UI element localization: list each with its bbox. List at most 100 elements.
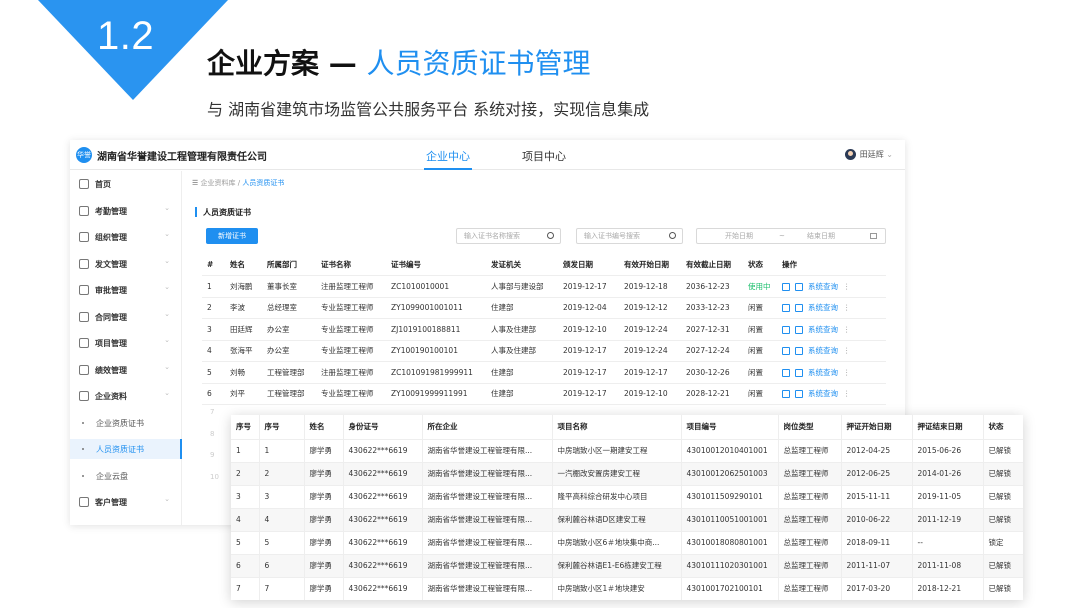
sidebar-item[interactable]: 绩效管理 ⌄ xyxy=(70,360,182,380)
menu-icon[interactable]: ☰ xyxy=(192,179,198,187)
table-cell: 已解锁 xyxy=(983,508,1023,532)
table-cell: 43010018080801001 xyxy=(681,531,779,555)
search-icon[interactable] xyxy=(669,232,676,239)
table-cell: 中房瑞致小区1＃地块建安 xyxy=(552,577,682,600)
table-cell: 湖南省华誉建设工程管理有限... xyxy=(422,462,553,486)
system-query-link[interactable]: 系统查询 xyxy=(808,368,838,377)
more-icon[interactable]: ⋮ xyxy=(843,346,851,355)
sidebar-item[interactable]: 客户管理 ⌄ xyxy=(70,492,182,512)
nav-project-center[interactable]: 项目中心 xyxy=(522,148,566,164)
table-cell: 工程管理部 xyxy=(262,361,316,384)
table-cell: 430622***6619 xyxy=(343,508,423,532)
edit-icon[interactable] xyxy=(795,368,803,377)
chevron-icon: ⌄ xyxy=(164,336,170,344)
table-cell: 2011-11-07 xyxy=(841,554,913,578)
sidebar-item-label: 组织管理 xyxy=(95,233,127,242)
search-placeholder: 输入证书名称搜索 xyxy=(464,232,520,240)
table-cell: 1 xyxy=(202,275,225,298)
table-cell: 中房瑞致小区6＃地块集中商... xyxy=(552,531,682,555)
date-start: 开始日期 xyxy=(725,232,753,240)
sidebar-item[interactable]: 审批管理 ⌄ xyxy=(70,280,182,300)
table-cell: ZY10091999911991 xyxy=(386,383,486,405)
table-row: 6 刘平 工程管理部 专业监理工程师 ZY10091999911991 住建部 2019-1… xyxy=(202,383,886,405)
table-cell: 430622***6619 xyxy=(343,531,423,555)
sidebar-item[interactable]: 项目管理 ⌄ xyxy=(70,333,182,353)
column-header: 押证结束日期 xyxy=(912,415,984,440)
cert-number-search-input[interactable]: 输入证书编号搜索 xyxy=(576,228,683,244)
breadcrumb-root[interactable]: 企业资料库 xyxy=(201,179,236,187)
table-cell: 人事部与建设部 xyxy=(486,275,558,298)
row-actions: 系统查询 ⋮ xyxy=(777,383,886,405)
table-cell: 专业监理工程师 xyxy=(316,297,386,319)
search-placeholder: 输入证书编号搜索 xyxy=(584,232,640,240)
table-cell: 2019-12-18 xyxy=(619,275,681,298)
table-cell: 湖南省华誉建设工程管理有限... xyxy=(422,508,553,532)
edit-icon[interactable] xyxy=(795,325,803,334)
table-cell: 专业监理工程师 xyxy=(316,383,386,405)
edit-icon[interactable] xyxy=(795,347,803,356)
view-icon[interactable] xyxy=(782,368,790,377)
sidebar-item[interactable]: 企业资料 ⌄ xyxy=(70,386,182,406)
table-cell: 闲置 xyxy=(743,361,777,384)
column-header: 岗位类型 xyxy=(778,415,842,440)
edit-icon[interactable] xyxy=(795,282,803,291)
sidebar-item[interactable]: 考勤管理 ⌄ xyxy=(70,201,182,221)
table-cell: 3 xyxy=(202,318,225,341)
system-query-link[interactable]: 系统查询 xyxy=(808,303,838,312)
view-icon[interactable] xyxy=(782,304,790,313)
sidebar-item-label: 发文管理 xyxy=(95,259,127,269)
sidebar-item-label: 考勤管理 xyxy=(95,206,127,216)
more-icon[interactable]: ⋮ xyxy=(843,325,851,334)
system-query-link[interactable]: 系统查询 xyxy=(808,389,838,398)
more-icon[interactable]: ⋮ xyxy=(843,303,851,312)
view-icon[interactable] xyxy=(782,282,790,291)
row-actions: 系统查询 ⋮ xyxy=(777,275,886,298)
add-certificate-button[interactable]: 新增证书 xyxy=(206,228,258,244)
table-cell: ZC101091981999911 xyxy=(386,361,486,384)
sidebar-item[interactable]: 组织管理 ⌄ xyxy=(70,227,182,247)
more-icon[interactable]: ⋮ xyxy=(843,368,851,377)
table-row: 6 6 廖学勇 430622***6619 湖南省华誉建设工程管理有限... 保利麓谷林语… xyxy=(231,554,1023,578)
system-query-link[interactable]: 系统查询 xyxy=(808,325,838,334)
sidebar-item-label: 审批管理 xyxy=(95,286,127,295)
system-query-link[interactable]: 系统查询 xyxy=(808,282,838,291)
company-logo: 华誉 xyxy=(76,147,92,163)
more-icon[interactable]: ⋮ xyxy=(843,282,851,291)
nav-enterprise-center[interactable]: 企业中心 xyxy=(424,148,472,170)
column-header: 项目名称 xyxy=(552,415,682,440)
sidebar-item[interactable]: 企业资质证书 xyxy=(70,413,182,433)
table-cell: 李波 xyxy=(225,297,262,319)
table-cell: 430622***6619 xyxy=(343,462,423,486)
table-cell: ZC1010010001 xyxy=(386,275,486,298)
date-range-picker[interactable]: 开始日期 ~ 结束日期 xyxy=(696,228,886,244)
table-cell: 6 xyxy=(202,383,225,405)
sidebar-item-label: 企业资质证书 xyxy=(96,418,144,428)
sidebar-item-label: 客户管理 xyxy=(95,498,127,507)
edit-icon[interactable] xyxy=(795,390,803,399)
column-header: 状态 xyxy=(743,254,777,276)
sidebar-item[interactable]: 发文管理 ⌄ xyxy=(70,254,182,274)
search-icon[interactable] xyxy=(547,232,554,239)
table-cell: 4 xyxy=(231,508,260,532)
faded-row-number: 7 xyxy=(210,408,215,416)
table-cell: 2019-12-17 xyxy=(558,340,619,362)
table-cell: 廖学勇 xyxy=(304,439,344,463)
table-cell: 2017-03-20 xyxy=(841,577,913,600)
table-cell: 人事及住建部 xyxy=(486,340,558,362)
cert-name-search-input[interactable]: 输入证书名称搜索 xyxy=(456,228,561,244)
view-icon[interactable] xyxy=(782,347,790,356)
user-menu[interactable]: 田廷辉 ⌄ xyxy=(844,149,893,160)
sidebar-item[interactable]: 人员资质证书 xyxy=(70,439,182,459)
row-actions: 系统查询 ⋮ xyxy=(777,361,886,384)
sidebar-item[interactable]: 合同管理 ⌄ xyxy=(70,307,182,327)
edit-icon[interactable] xyxy=(795,304,803,313)
system-query-link[interactable]: 系统查询 xyxy=(808,346,838,355)
view-icon[interactable] xyxy=(782,325,790,334)
more-icon[interactable]: ⋮ xyxy=(843,389,851,398)
table-cell: 董事长室 xyxy=(262,275,316,298)
sidebar-item[interactable]: 首页 xyxy=(70,174,182,194)
view-icon[interactable] xyxy=(782,390,790,399)
slide-title-highlight: 人员资质证书管理 xyxy=(366,47,591,80)
sidebar-item[interactable]: 企业云盘 xyxy=(70,466,182,486)
table-cell: 中房瑞致小区一期建安工程 xyxy=(552,439,682,463)
